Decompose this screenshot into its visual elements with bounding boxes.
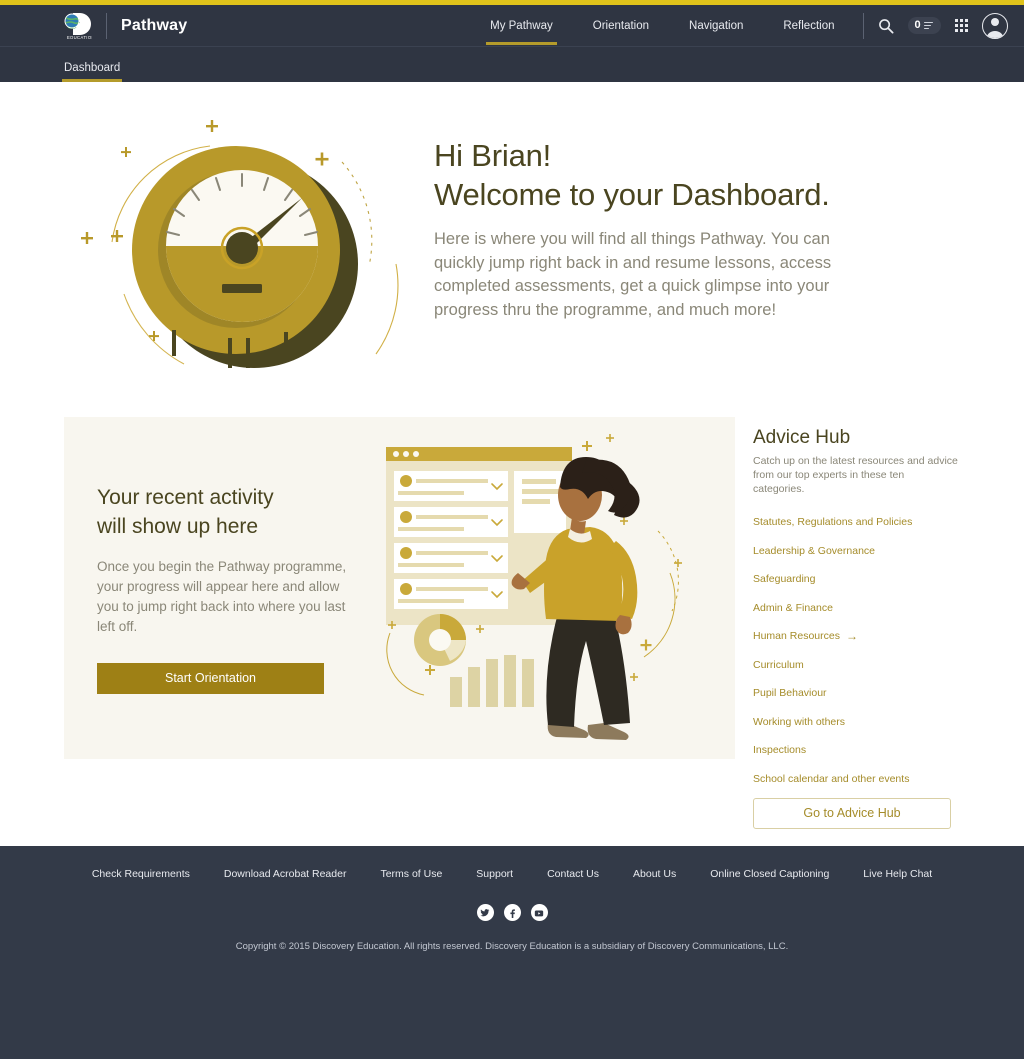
search-icon[interactable] [878, 18, 894, 34]
hero-title-text: Welcome to your Dashboard. [434, 177, 830, 212]
recent-activity-card: Your recent activity will show up here O… [64, 417, 735, 759]
copyright-text: Copyright © 2015 Discovery Education. Al… [235, 941, 789, 952]
advice-link-pupil-behaviour[interactable]: Pupil Behaviour [753, 687, 827, 699]
woman-with-dashboard-illustration [364, 433, 735, 743]
recent-activity-body: Once you begin the Pathway programme, yo… [97, 558, 347, 634]
footer-link-about-us[interactable]: About Us [633, 868, 676, 880]
advice-link-label: Inspections [753, 744, 807, 756]
nav-item-my-pathway[interactable]: My Pathway [486, 7, 557, 45]
advice-link-label: Admin & Finance [753, 601, 833, 614]
footer-link-support[interactable]: Support [476, 868, 513, 880]
advice-link-inspections[interactable]: Inspections [753, 744, 806, 756]
list-item: Admin & Finance [753, 598, 953, 616]
list-item: Pupil Behaviour [753, 683, 953, 701]
speedometer-gauge-illustration [64, 114, 424, 379]
advice-link-label: Working with others [753, 715, 846, 728]
site-footer: Check Requirements Download Acrobat Read… [0, 846, 1024, 1059]
advice-link-working-with-others[interactable]: Working with others [753, 716, 845, 728]
recent-activity-title: Your recent activity will show up here [97, 483, 364, 541]
advice-link-curriculum[interactable]: Curriculum [753, 659, 804, 671]
queue-count: 0 [914, 19, 921, 31]
advice-link-label: Safeguarding [753, 573, 816, 585]
svg-text:EDUCATION: EDUCATION [67, 35, 92, 40]
list-item: Human Resources → [753, 626, 953, 644]
hero-description: Here is where you will find all things P… [434, 230, 832, 319]
queue-badge[interactable]: 0 [907, 17, 941, 34]
advice-link-school-calendar[interactable]: School calendar and other events [753, 773, 909, 785]
go-to-advice-hub-button[interactable]: Go to Advice Hub [753, 797, 951, 829]
list-item: Statutes, Regulations and Policies [753, 512, 953, 530]
brand-block[interactable]: EDUCATION Pathway [64, 11, 187, 41]
footer-link-terms-of-use[interactable]: Terms of Use [380, 868, 442, 880]
twitter-icon[interactable] [476, 904, 494, 921]
page-title: Hi Brian! Welcome to your Dashboard. [434, 136, 884, 214]
header-divider [862, 12, 864, 39]
list-item: Curriculum [753, 655, 953, 673]
hero-greeting: Hi Brian! [434, 138, 552, 173]
advice-category-list: Statutes, Regulations and Policies Leade… [753, 512, 953, 787]
advice-hub-panel: Advice Hub Catch up on the latest resour… [753, 417, 958, 829]
recent-activity-copy: Your recent activity will show up here O… [64, 483, 364, 694]
list-item: Working with others [753, 712, 953, 730]
footer-link-online-closed-captioning[interactable]: Online Closed Captioning [710, 868, 829, 880]
footer-link-contact-us[interactable]: Contact Us [547, 868, 599, 880]
nav-item-reflection[interactable]: Reflection [781, 7, 836, 45]
advice-link-safeguarding[interactable]: Safeguarding [753, 573, 815, 585]
page-root: EDUCATION Pathway My Pathway Orientation… [0, 0, 1024, 1059]
footer-link-row: Check Requirements Download Acrobat Read… [0, 846, 1024, 880]
arrow-right-icon: → [845, 629, 858, 643]
nav-item-navigation[interactable]: Navigation [687, 7, 745, 45]
start-orientation-button[interactable]: Start Orientation [97, 662, 324, 694]
list-item: Leadership & Governance [753, 541, 953, 559]
sub-nav: Dashboard [0, 46, 1024, 82]
advice-link-label: Statutes, Regulations and Policies [753, 516, 913, 528]
nav-item-orientation[interactable]: Orientation [591, 7, 651, 45]
hero-copy: Hi Brian! Welcome to your Dashboard. Her… [434, 114, 884, 322]
activity-title-line2: will show up here [97, 514, 259, 538]
advice-link-human-resources[interactable]: Human Resources → [753, 630, 858, 642]
list-item: Safeguarding [753, 569, 953, 587]
footer-link-download-acrobat-reader[interactable]: Download Acrobat Reader [224, 868, 347, 880]
advice-link-label: Leadership & Governance [753, 544, 875, 557]
advice-link-admin-finance[interactable]: Admin & Finance [753, 602, 833, 614]
brand-divider [106, 12, 107, 39]
header-icon-group: 0 [878, 12, 1008, 39]
advice-link-label: Human Resources [753, 630, 840, 642]
primary-nav: My Pathway Orientation Navigation Reflec… [486, 7, 836, 45]
advice-link-label: School calendar and other events [753, 772, 910, 785]
main-content-row: Your recent activity will show up here O… [0, 379, 1024, 829]
advice-link-label: Pupil Behaviour [753, 687, 827, 699]
hero-section: Hi Brian! Welcome to your Dashboard. Her… [0, 82, 1024, 379]
discovery-education-logo-icon: EDUCATION [64, 11, 95, 41]
advice-link-leadership[interactable]: Leadership & Governance [753, 545, 875, 557]
footer-link-check-requirements[interactable]: Check Requirements [92, 868, 190, 880]
advice-link-statutes[interactable]: Statutes, Regulations and Policies [753, 516, 912, 528]
brand-name: Pathway [121, 16, 188, 34]
apps-grid-icon[interactable] [954, 18, 968, 33]
subnav-item-dashboard[interactable]: Dashboard [61, 62, 123, 82]
youtube-icon[interactable] [530, 904, 548, 921]
footer-link-live-help-chat[interactable]: Live Help Chat [863, 868, 932, 880]
facebook-icon[interactable] [503, 904, 521, 921]
social-links [0, 904, 1024, 921]
advice-hub-title: Advice Hub [753, 427, 851, 448]
main-header: EDUCATION Pathway My Pathway Orientation… [0, 5, 1024, 46]
activity-title-line1: Your recent activity [97, 485, 274, 509]
user-avatar-icon[interactable] [982, 12, 1008, 39]
list-item: Inspections [753, 740, 953, 758]
list-item: School calendar and other events [753, 769, 953, 787]
advice-hub-description: Catch up on the latest resources and adv… [753, 455, 958, 495]
queue-list-icon [923, 21, 933, 30]
advice-link-label: Curriculum [753, 658, 804, 671]
